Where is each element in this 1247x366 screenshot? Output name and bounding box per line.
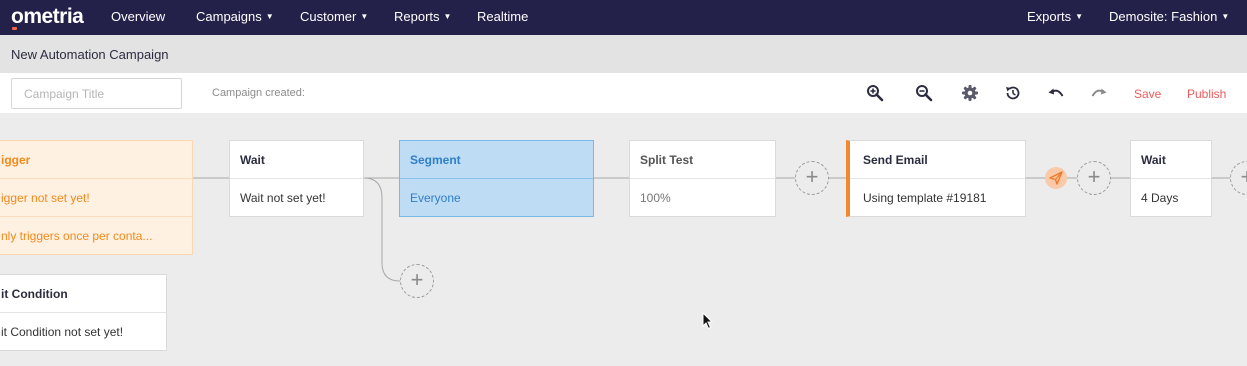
mouse-cursor-icon <box>702 312 714 330</box>
send-email-node[interactable]: Send Email Using template #19181 <box>846 140 1026 217</box>
trigger-frequency: nly triggers once per conta... <box>1 229 153 243</box>
nav-campaigns-label: Campaigns <box>196 9 262 24</box>
logo-accent <box>12 27 17 30</box>
page-header: New Automation Campaign <box>0 35 1247 73</box>
wait-2-title: Wait <box>1131 141 1211 179</box>
add-step-button[interactable]: + <box>1077 161 1111 195</box>
wait-status: Wait not set yet! <box>240 191 326 205</box>
nav-exports[interactable]: Exports ▼ <box>1027 9 1083 24</box>
exit-condition-status: it Condition not set yet! <box>1 325 124 339</box>
trigger-title: igger <box>0 141 192 179</box>
split-test-value: 100% <box>640 191 671 205</box>
history-icon[interactable] <box>1004 84 1022 102</box>
publish-button[interactable]: Publish <box>1187 87 1226 101</box>
caret-down-icon: ▼ <box>1221 12 1230 21</box>
campaign-toolbar: Campaign created: Save Publish <box>0 73 1247 113</box>
nav-reports-label: Reports <box>394 9 440 24</box>
campaign-created-label: Campaign created: <box>212 87 305 99</box>
caret-down-icon: ▼ <box>265 12 274 21</box>
nav-customer[interactable]: Customer ▼ <box>300 9 368 24</box>
caret-down-icon: ▼ <box>1075 12 1083 21</box>
campaign-title-input[interactable] <box>11 78 182 109</box>
caret-down-icon: ▼ <box>360 12 369 21</box>
caret-down-icon: ▼ <box>443 12 452 21</box>
trigger-status: igger not set yet! <box>0 179 192 217</box>
workflow-canvas[interactable]: igger igger not set yet! nly triggers on… <box>0 113 1247 366</box>
exit-condition-node[interactable]: it Condition it Condition not set yet! <box>0 274 167 351</box>
paper-plane-icon <box>1049 171 1063 185</box>
send-email-template: Using template #19181 <box>863 191 987 205</box>
split-test-node[interactable]: Split Test 100% <box>629 140 776 217</box>
nav-campaigns[interactable]: Campaigns ▼ <box>196 9 274 24</box>
top-nav: ometria Overview Campaigns ▼ Customer ▼ Re… <box>0 0 1247 35</box>
send-indicator[interactable] <box>1045 167 1067 189</box>
redo-icon[interactable] <box>1090 84 1108 102</box>
nav-overview[interactable]: Overview <box>111 9 165 24</box>
save-button[interactable]: Save <box>1134 87 1161 101</box>
nav-overview-label: Overview <box>111 9 166 24</box>
zoom-in-icon[interactable] <box>866 84 884 102</box>
nav-demosite-label: Demosite: Fashion <box>1109 9 1218 24</box>
nav-demosite[interactable]: Demosite: Fashion ▼ <box>1109 9 1229 24</box>
nav-customer-label: Customer <box>300 9 357 24</box>
send-email-title: Send Email <box>850 141 1025 179</box>
nav-realtime-label: Realtime <box>477 9 529 24</box>
segment-node[interactable]: Segment Everyone <box>399 140 594 217</box>
page-title: New Automation Campaign <box>11 47 169 62</box>
segment-value: Everyone <box>410 191 461 205</box>
wait-title: Wait <box>230 141 363 179</box>
trigger-node[interactable]: igger igger not set yet! nly triggers on… <box>0 140 193 255</box>
logo[interactable]: ometria <box>11 5 84 29</box>
wait-node[interactable]: Wait Wait not set yet! <box>229 140 364 217</box>
zoom-out-icon[interactable] <box>915 84 933 102</box>
exit-condition-title: it Condition <box>0 275 166 313</box>
undo-icon[interactable] <box>1047 84 1065 102</box>
nav-realtime[interactable]: Realtime <box>477 9 528 24</box>
add-step-button[interactable]: + <box>795 161 829 195</box>
gear-icon[interactable] <box>961 84 979 102</box>
split-test-title: Split Test <box>630 141 775 179</box>
add-step-button[interactable]: + <box>400 264 434 298</box>
segment-title: Segment <box>400 141 593 179</box>
wait-2-duration: 4 Days <box>1141 191 1179 205</box>
nav-exports-label: Exports <box>1027 9 1072 24</box>
nav-reports[interactable]: Reports ▼ <box>394 9 451 24</box>
wait-node-2[interactable]: Wait 4 Days <box>1130 140 1212 217</box>
